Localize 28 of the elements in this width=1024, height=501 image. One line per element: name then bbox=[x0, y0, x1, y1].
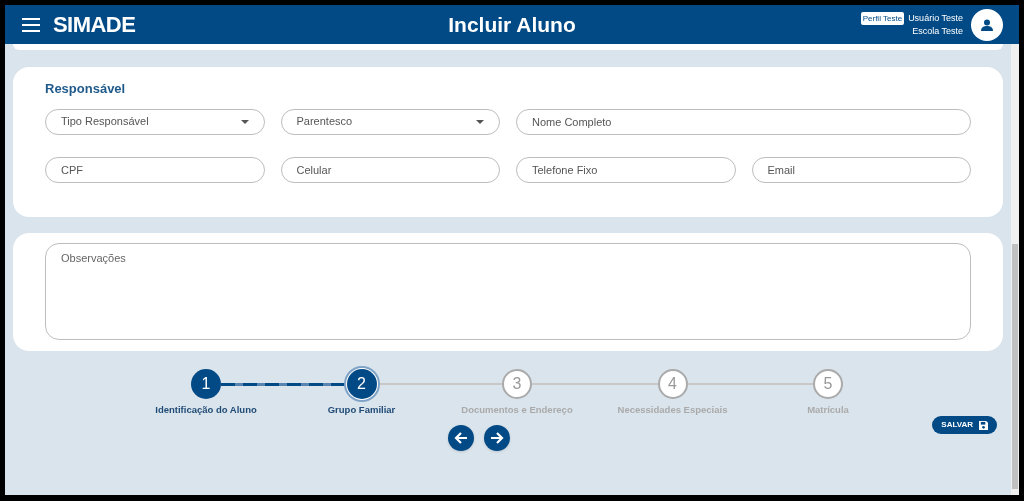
save-button[interactable]: SALVAR bbox=[932, 416, 997, 434]
menu-icon[interactable] bbox=[21, 16, 41, 33]
user-name: Usuário Teste bbox=[908, 11, 963, 25]
input-field[interactable]: Email bbox=[751, 156, 971, 183]
arrow-right-icon bbox=[489, 430, 505, 446]
input-field[interactable]: Nome Completo bbox=[516, 108, 971, 135]
user-icon bbox=[981, 18, 993, 31]
next-button[interactable] bbox=[484, 425, 510, 451]
step-label: Documentos e Endereço bbox=[461, 403, 573, 417]
input-field[interactable]: Celular bbox=[280, 156, 500, 183]
page-title: Incluir Aluno bbox=[448, 11, 576, 38]
scrollbar[interactable] bbox=[1011, 44, 1019, 495]
caret-icon bbox=[476, 119, 484, 124]
input-field[interactable]: Telefone Fixo bbox=[516, 156, 736, 183]
arrow-left-icon bbox=[453, 430, 469, 446]
step-label: Necessidades Especiais bbox=[617, 403, 728, 417]
profile-badge: Perfil Teste bbox=[860, 11, 905, 25]
school-name: Escola Teste bbox=[912, 24, 963, 38]
step-label: Grupo Familiar bbox=[327, 403, 396, 417]
caret-icon bbox=[240, 119, 249, 124]
section-title: Responsável bbox=[45, 80, 127, 98]
step-label: Identificação do Aluno bbox=[155, 403, 257, 417]
input-field[interactable]: CPF bbox=[45, 156, 265, 183]
logo: SIMADE bbox=[53, 11, 136, 39]
observations-field[interactable]: Observações bbox=[45, 243, 971, 340]
back-button[interactable] bbox=[448, 425, 474, 451]
step-label: Matrícula bbox=[807, 403, 849, 417]
avatar[interactable] bbox=[971, 8, 1003, 41]
